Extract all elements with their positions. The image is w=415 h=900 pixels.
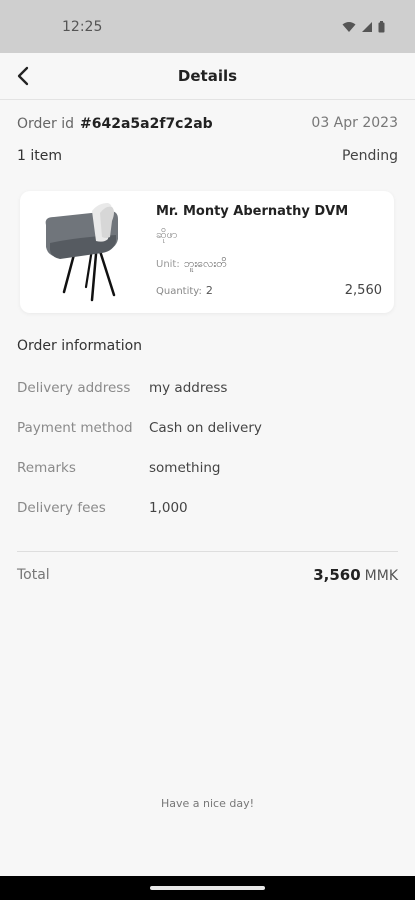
home-handle[interactable] xyxy=(150,886,265,890)
divider xyxy=(17,551,398,552)
total-amount: 3,560 xyxy=(313,566,361,584)
info-label: Remarks xyxy=(17,460,76,476)
system-navigation-bar xyxy=(0,876,415,900)
info-row-payment-method: Payment method Cash on delivery xyxy=(17,420,398,440)
product-price: 2,560 xyxy=(344,283,382,298)
total-row: Total 3,560 MMK xyxy=(17,565,398,584)
order-id: Order id #642a5a2f7c2ab xyxy=(17,113,213,132)
total-value: 3,560 MMK xyxy=(313,565,398,584)
product-subtitle: ဆိုဖာ xyxy=(156,228,178,241)
quantity-row: Quantity: 2 xyxy=(156,284,213,297)
product-name: Mr. Monty Abernathy DVM xyxy=(156,204,349,219)
unit-value: ဘူးလေးတိ xyxy=(183,257,227,270)
wifi-icon xyxy=(342,21,356,32)
order-date: 03 Apr 2023 xyxy=(311,114,398,131)
product-card[interactable]: Mr. Monty Abernathy DVM ဆိုဖာ Unit: ဘူးလေ… xyxy=(20,191,394,313)
total-label: Total xyxy=(17,566,50,583)
info-label: Payment method xyxy=(17,420,133,436)
items-row: 1 item Pending xyxy=(17,148,398,164)
info-row-remarks: Remarks something xyxy=(17,460,398,480)
order-id-row: Order id #642a5a2f7c2ab 03 Apr 2023 xyxy=(17,113,398,133)
status-time: 12:25 xyxy=(62,18,103,35)
info-label: Delivery fees xyxy=(17,500,106,516)
footer-note: Have a nice day! xyxy=(160,797,254,810)
order-id-value: #642a5a2f7c2ab xyxy=(80,116,213,132)
order-information-title: Order information xyxy=(17,338,143,354)
item-count: 1 item xyxy=(17,148,62,164)
info-value: Cash on delivery xyxy=(149,420,262,436)
unit-row: Unit: ဘူးလေးတိ xyxy=(156,257,227,273)
info-value: my address xyxy=(149,380,228,396)
order-status: Pending xyxy=(342,148,398,164)
info-label: Delivery address xyxy=(17,380,131,396)
info-value: 1,000 xyxy=(149,500,188,516)
order-id-label: Order id xyxy=(17,116,75,132)
info-value: something xyxy=(149,460,221,476)
quantity-value: 2 xyxy=(205,284,213,297)
info-row-delivery-fees: Delivery fees 1,000 xyxy=(17,500,398,520)
status-bar: 12:25 xyxy=(0,0,415,53)
chair-image xyxy=(45,203,118,302)
page-title: Details xyxy=(177,67,238,85)
battery-icon xyxy=(378,20,385,32)
status-icons xyxy=(342,20,385,33)
quantity-label: Quantity: xyxy=(156,286,202,297)
signal-icon xyxy=(362,21,372,32)
info-row-delivery-address: Delivery address my address xyxy=(17,380,398,400)
app-header: Details xyxy=(0,53,415,100)
unit-label: Unit: xyxy=(156,259,180,270)
total-currency: MMK xyxy=(364,568,398,584)
